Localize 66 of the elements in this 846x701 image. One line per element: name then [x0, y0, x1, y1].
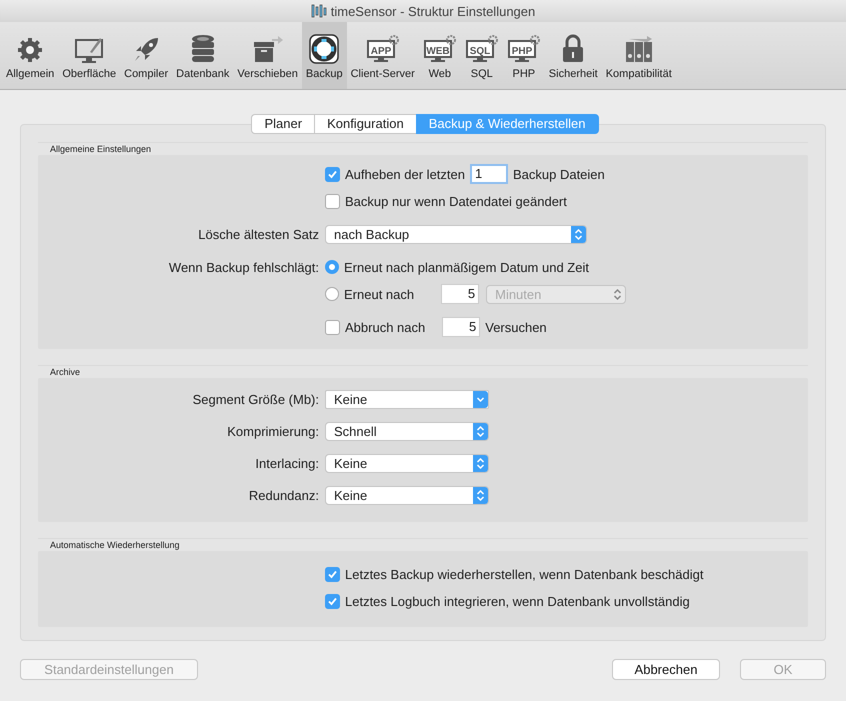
toolbar-item[interactable]: WEB Web — [418, 22, 461, 89]
unit-label: Backup Dateien — [512, 166, 605, 182]
toolbar-item[interactable]: Oberfläche — [58, 22, 120, 89]
dropdown[interactable]: Keine — [325, 454, 489, 472]
number-field[interactable]: 5 — [441, 284, 480, 304]
toolbar-item[interactable]: Backup — [302, 22, 347, 89]
toolbar-item[interactable]: SQL SQL — [460, 22, 503, 89]
checkmark-icon — [327, 568, 338, 580]
checkbox[interactable] — [325, 594, 340, 608]
radio-label: Erneut nach planmäßigem Datum und Zeit — [344, 260, 589, 274]
dropdown[interactable]: Keine — [325, 390, 489, 408]
badge-label: WEB — [426, 46, 450, 57]
checkbox[interactable] — [325, 320, 340, 334]
up-down-icon — [574, 228, 583, 240]
database-icon — [190, 34, 216, 64]
tab[interactable]: Planer — [251, 114, 314, 134]
toolbar-item[interactable]: Kompatibilität — [602, 22, 676, 89]
toolbar-item[interactable]: Allgemein — [2, 22, 58, 89]
up-down-icon — [476, 424, 485, 438]
up-down-icon — [476, 488, 485, 502]
app-logo-icon — [310, 4, 327, 18]
field-label: Wenn Backup fehlschlägt: — [168, 260, 319, 274]
checkmark-icon — [327, 596, 338, 606]
unit-label: Versuchen — [485, 320, 547, 334]
checkbox[interactable] — [325, 166, 340, 182]
number-field[interactable]: 5 — [442, 317, 480, 337]
dropdown[interactable]: Schnell — [325, 422, 489, 440]
monitor-icon — [74, 36, 104, 64]
field-label: Interlacing: — [255, 456, 319, 470]
lock-icon — [561, 34, 586, 64]
dialog-button[interactable]: Abbrechen — [612, 659, 720, 680]
toolbar-item[interactable]: Compiler — [120, 22, 172, 89]
gear-icon — [16, 36, 44, 64]
checkbox-label: Backup nur wenn Datendatei geändert — [345, 194, 567, 208]
rocket-icon — [132, 36, 160, 64]
dropdown[interactable]: Keine — [325, 486, 489, 504]
count-field[interactable]: 1 — [470, 164, 508, 184]
checkmark-icon — [327, 168, 338, 180]
checkbox[interactable] — [325, 194, 340, 208]
badge-label: SQL — [470, 46, 490, 57]
badge-label: APP — [370, 46, 391, 57]
box-arrow-icon — [252, 36, 284, 64]
toolbar-item[interactable]: APP Client-Server — [346, 22, 419, 89]
field-label: Komprimierung: — [227, 424, 319, 438]
radio-button[interactable] — [325, 287, 339, 301]
checkbox-label: Aufheben der letzten — [345, 166, 465, 182]
checkbox-label: Letztes Backup wiederherstellen, wenn Datenbank beschädigt — [345, 566, 704, 582]
checkbox-label: Letztes Logbuch integrieren, wenn Datenbank unvollständig — [345, 594, 690, 608]
checkbox[interactable] — [325, 566, 340, 582]
toolbar-item[interactable]: Verschieben — [233, 22, 302, 89]
checkbox-label: Abbruch nach — [345, 320, 426, 334]
toolbar-item[interactable]: PHP PHP — [502, 22, 545, 89]
dropdown[interactable]: nach Backup — [325, 224, 587, 244]
badge-label: PHP — [512, 46, 532, 57]
field-label: Lösche ältesten Satz — [198, 226, 319, 242]
window-title: timeSensor - Struktur Einstellungen — [330, 4, 536, 18]
up-down-icon — [476, 456, 485, 470]
toolbar-item[interactable]: Datenbank — [172, 22, 234, 89]
field-label: Segment Größe (Mb): — [192, 392, 319, 406]
radio-button[interactable] — [325, 260, 339, 274]
tab[interactable]: Konfiguration — [314, 114, 416, 134]
radio-label: Erneut nach — [344, 286, 414, 302]
lifebuoy-icon — [309, 34, 340, 64]
toolbar-item[interactable]: Sicherheit — [544, 22, 602, 89]
up-down-icon — [613, 288, 622, 300]
field-label: Redundanz: — [248, 488, 319, 502]
